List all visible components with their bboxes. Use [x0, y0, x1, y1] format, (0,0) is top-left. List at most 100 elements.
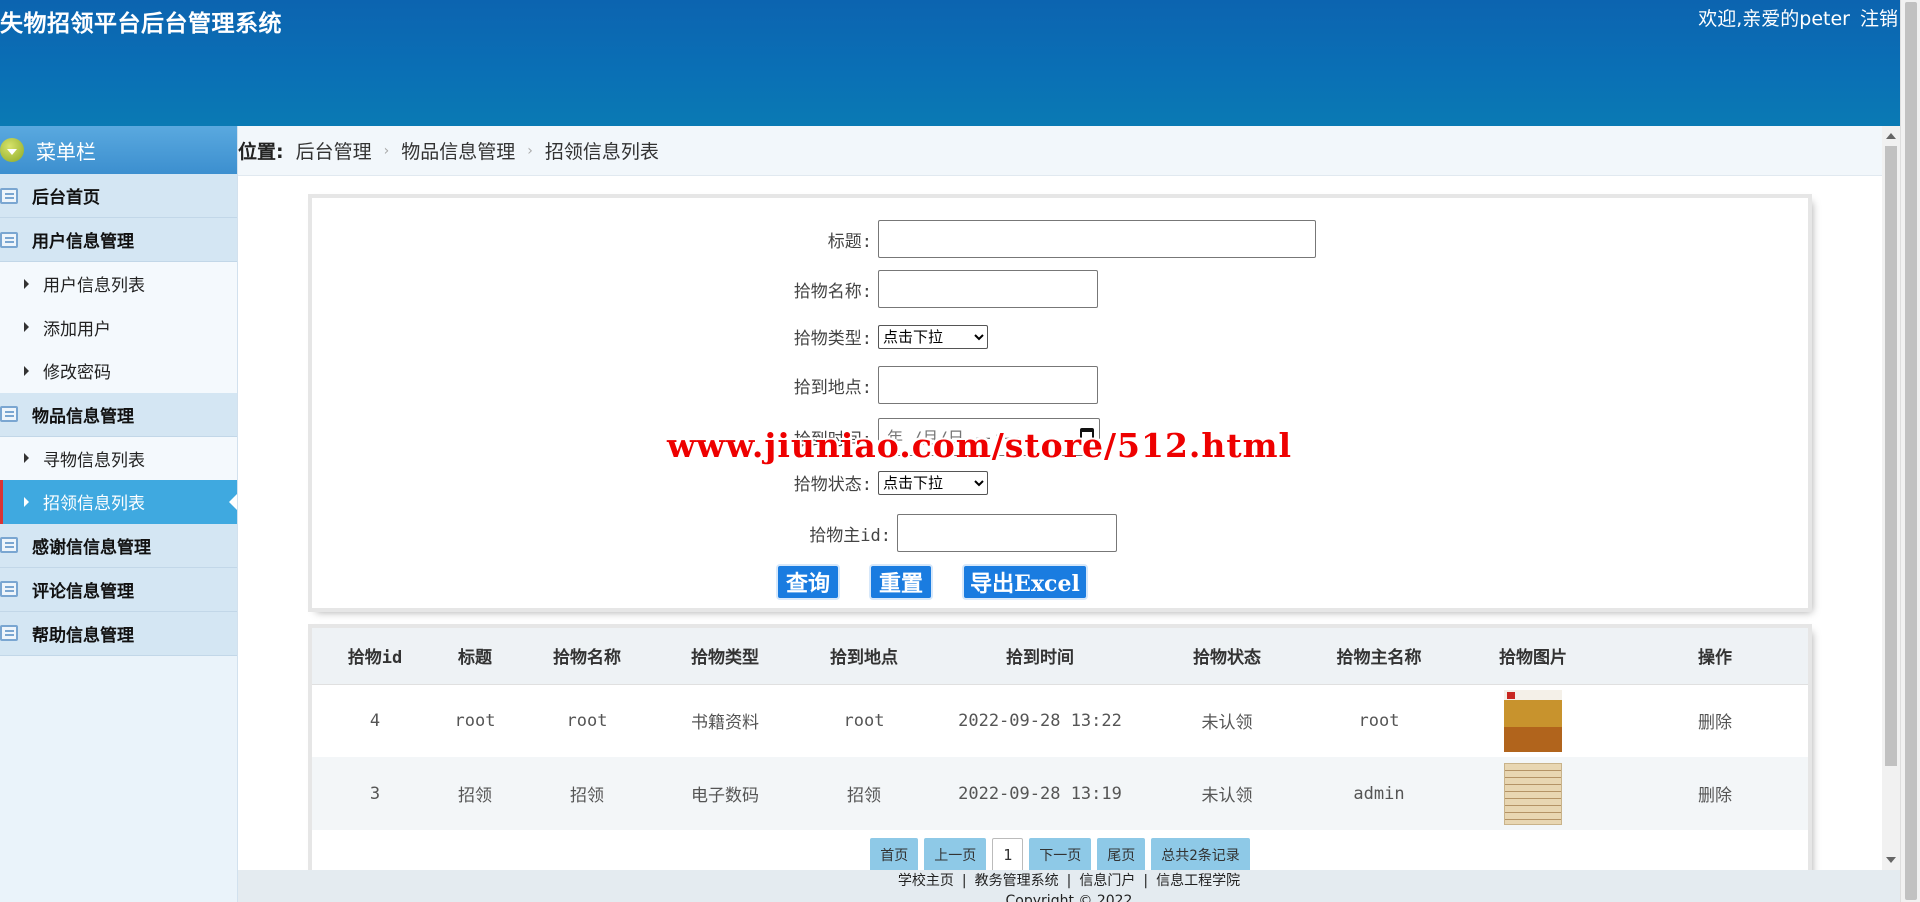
table-row: 3 招领 招领 电子数码 招领 2022-09-28 13:19 未认领 adm… [312, 757, 1808, 830]
export-excel-button[interactable]: 导出Excel [962, 564, 1088, 600]
sidebar-group-help[interactable]: 帮助信息管理 [0, 611, 237, 656]
chevron-right-icon: › [383, 142, 390, 159]
menu-header[interactable]: 菜单栏 [0, 126, 237, 174]
sidebar-group-label: 用户信息管理 [32, 232, 134, 252]
logout-link[interactable]: 注销 [1860, 8, 1898, 30]
sidebar-item-user-list[interactable]: 用户信息列表 [0, 262, 237, 306]
sidebar-item-found-list[interactable]: 招领信息列表 [0, 480, 237, 524]
place-input[interactable] [878, 366, 1098, 404]
caret-right-icon [24, 322, 29, 333]
first-page-button[interactable]: 首页 [870, 838, 919, 872]
cell-id: 3 [369, 783, 381, 804]
cell-owner: admin [1353, 783, 1405, 804]
list-icon [0, 537, 18, 553]
name-input[interactable] [878, 270, 1098, 308]
col-header: 拾到地点 [788, 628, 940, 685]
place-label: 拾到地点: [793, 377, 872, 398]
breadcrumb-item[interactable]: 物品信息管理 [401, 137, 515, 164]
caret-right-icon [24, 278, 29, 289]
cell-owner: root [1358, 710, 1400, 731]
last-page-button[interactable]: 尾页 [1097, 838, 1146, 872]
sidebar-group-label: 感谢信信息管理 [32, 537, 151, 558]
sidebar-group-home[interactable]: 后台首页 [0, 174, 237, 218]
collapse-arrow-icon[interactable] [0, 138, 24, 162]
chevron-right-icon: › [527, 142, 533, 159]
next-page-button[interactable]: 下一页 [1029, 838, 1092, 872]
caret-right-icon [24, 365, 29, 376]
cell-action: 删除 [1622, 757, 1808, 830]
cell-title: 招领 [458, 786, 492, 806]
title-input[interactable] [878, 220, 1316, 258]
col-header: 标题 [438, 628, 512, 685]
title-row: 标题: [812, 220, 1316, 258]
sidebar-item-label: 招领信息列表 [43, 494, 145, 515]
query-button[interactable]: 查询 [776, 564, 840, 600]
sidebar-group-items[interactable]: 物品信息管理 [0, 392, 237, 437]
scroll-up-icon[interactable] [1886, 133, 1896, 139]
reset-button[interactable]: 重置 [869, 564, 933, 600]
sidebar-item-lost-list[interactable]: 寻物信息列表 [0, 436, 237, 480]
owner-input[interactable] [897, 514, 1117, 552]
footer-link-school[interactable]: 学校主页 [898, 873, 954, 889]
scroll-down-icon[interactable] [1886, 857, 1896, 863]
system-title: 失物招领平台后台管理系统 [0, 11, 282, 37]
sidebar-item-label: 寻物信息列表 [43, 450, 145, 471]
owner-label: 拾物主id: [809, 525, 891, 546]
col-header: 拾物名称 [512, 628, 662, 685]
content-scrollbar[interactable] [1882, 126, 1900, 870]
cell-place: 招领 [847, 786, 881, 806]
sidebar-group-thanks[interactable]: 感谢信信息管理 [0, 523, 237, 568]
sidebar: 菜单栏 后台首页 用户信息管理 用户信息列表 添加用户 修改密码 物品信息管理 … [0, 126, 238, 902]
sidebar-group-comments[interactable]: 评论信息管理 [0, 567, 237, 612]
title-label: 标题: [827, 231, 872, 252]
owner-row: 拾物主id: [782, 514, 1117, 552]
status-select[interactable]: 点击下拉 [878, 470, 988, 495]
menu-header-label: 菜单栏 [36, 139, 96, 164]
footer-links: 学校主页 | 教务管理系统 | 信息门户 | 信息工程学院 [238, 871, 1900, 891]
status-row: 拾物状态: 点击下拉 [774, 470, 988, 495]
footer-link-portal[interactable]: 信息门户 [1079, 873, 1135, 889]
list-icon [0, 406, 18, 422]
col-header: 操作 [1622, 628, 1808, 685]
welcome-area: 欢迎,亲爱的peter 注销 [1698, 4, 1898, 31]
sidebar-group-label: 后台首页 [32, 188, 100, 208]
page-scrollbar-thumb[interactable] [1905, 2, 1917, 900]
list-icon [0, 231, 18, 248]
table-row: 4 root root 书籍资料 root 2022-09-28 13:22 未… [312, 684, 1808, 757]
cell-place: root [843, 710, 885, 731]
breadcrumb: 位置: 后台管理 › 物品信息管理 › 招领信息列表 [238, 126, 1882, 176]
sidebar-group-label: 物品信息管理 [32, 406, 134, 427]
item-thumbnail[interactable] [1504, 762, 1562, 825]
footer-link-academic[interactable]: 教务管理系统 [975, 873, 1059, 889]
content-scrollbar-thumb[interactable] [1885, 146, 1897, 766]
delete-link[interactable]: 删除 [1698, 713, 1732, 733]
cell-title: root [454, 710, 496, 731]
sidebar-group-user[interactable]: 用户信息管理 [0, 218, 237, 262]
cell-status: 未认领 [1201, 713, 1253, 734]
status-label: 拾物状态: [793, 475, 872, 495]
footer-divider: | [1066, 873, 1072, 889]
welcome-text: 欢迎,亲爱的peter [1698, 8, 1850, 30]
col-header: 拾到时间 [940, 628, 1140, 685]
sidebar-item-add-user[interactable]: 添加用户 [0, 305, 237, 349]
caret-right-icon [24, 453, 29, 464]
sidebar-item-change-password[interactable]: 修改密码 [0, 349, 237, 393]
type-select[interactable]: 点击下拉 [878, 324, 988, 349]
results-table: 拾物id 标题 拾物名称 拾物类型 拾到地点 拾到时间 拾物状态 拾物主名称 拾… [312, 628, 1808, 830]
footer-link-college[interactable]: 信息工程学院 [1156, 873, 1240, 889]
prev-page-button[interactable]: 上一页 [924, 838, 987, 872]
breadcrumb-item[interactable]: 后台管理 [296, 137, 372, 164]
current-page[interactable]: 1 [992, 838, 1024, 872]
col-header: 拾物状态 [1140, 628, 1314, 685]
breadcrumb-item[interactable]: 招领信息列表 [545, 137, 659, 164]
cell-action: 删除 [1622, 684, 1808, 757]
item-thumbnail[interactable] [1504, 689, 1562, 752]
cell-name: 招领 [570, 786, 604, 806]
name-row: 拾物名称: [774, 270, 1098, 308]
place-row: 拾到地点: [774, 366, 1098, 404]
list-icon [0, 625, 18, 641]
page-scrollbar[interactable] [1900, 0, 1920, 902]
sidebar-group-label: 评论信息管理 [32, 581, 134, 602]
delete-link[interactable]: 删除 [1698, 786, 1732, 806]
sidebar-group-label: 帮助信息管理 [32, 625, 134, 646]
